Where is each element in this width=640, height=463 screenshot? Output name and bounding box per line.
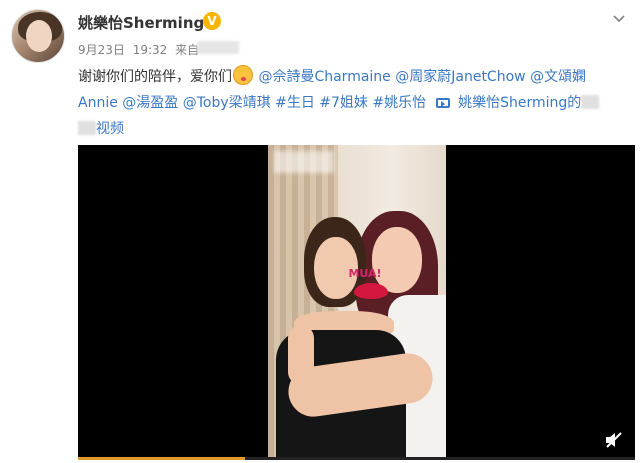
video-player[interactable]: MUA! — [78, 145, 635, 460]
blurred-text — [78, 121, 96, 135]
post-time[interactable]: 19:32 — [133, 43, 168, 57]
post-text: 谢谢你们的陪伴，爱你们 @佘詩曼Charmaine @周家蔚JanetChow … — [78, 64, 628, 142]
post-text-line-1: 谢谢你们的陪伴，爱你们 @佘詩曼Charmaine @周家蔚JanetChow … — [78, 64, 628, 90]
mention-toby[interactable]: @Toby梁靖琪 — [183, 95, 271, 111]
lips-sticker-icon — [354, 283, 388, 299]
video-link[interactable]: 姚樂怡Sherming的 — [458, 95, 581, 111]
blurred-watermark — [274, 151, 334, 173]
post-date[interactable]: 9月23日 — [78, 43, 125, 57]
mention-janet[interactable]: @周家蔚JanetChow — [395, 69, 525, 85]
kiss-emoji-icon — [233, 65, 253, 85]
video-link-end[interactable]: 视频 — [96, 121, 124, 137]
mua-sticker: MUA! — [348, 267, 382, 280]
mute-icon[interactable] — [605, 432, 623, 448]
post-source-prefix: 来自 — [175, 43, 200, 57]
blurred-text — [581, 95, 600, 109]
post-text-line-2: Annie @湯盈盈 @Toby梁靖琪 #生日 #7姐妹 #姚乐怡 姚樂怡Sher… — [78, 90, 628, 116]
post-meta: 9月23日 19:32 来自 — [78, 41, 203, 58]
video-progress-fill — [78, 457, 246, 460]
mention-ying[interactable]: @湯盈盈 — [122, 95, 178, 111]
chevron-down-icon[interactable] — [612, 12, 626, 26]
hashtag-sisters[interactable]: #7姐妹 — [319, 95, 368, 111]
blurred-source — [197, 41, 239, 54]
video-frame: MUA! — [268, 145, 446, 460]
verified-badge-icon: V — [203, 12, 221, 30]
hashtag-name[interactable]: #姚乐怡 — [372, 95, 426, 111]
text-plain: 谢谢你们的陪伴，爱你们 — [78, 69, 232, 85]
mention-charmaine[interactable]: @佘詩曼Charmaine — [258, 69, 390, 85]
post-text-line-3: 视频 — [78, 116, 628, 142]
video-progress-bar[interactable] — [78, 457, 635, 460]
author-name[interactable]: 姚樂怡Sherming — [78, 12, 204, 33]
author-avatar[interactable] — [11, 9, 65, 63]
mention-annie-1[interactable]: @文頌嫻 — [530, 69, 586, 85]
video-icon — [436, 98, 451, 108]
avatar-face — [26, 20, 52, 52]
hashtag-birthday[interactable]: #生日 — [275, 95, 315, 111]
mention-annie-2[interactable]: Annie — [78, 95, 118, 111]
